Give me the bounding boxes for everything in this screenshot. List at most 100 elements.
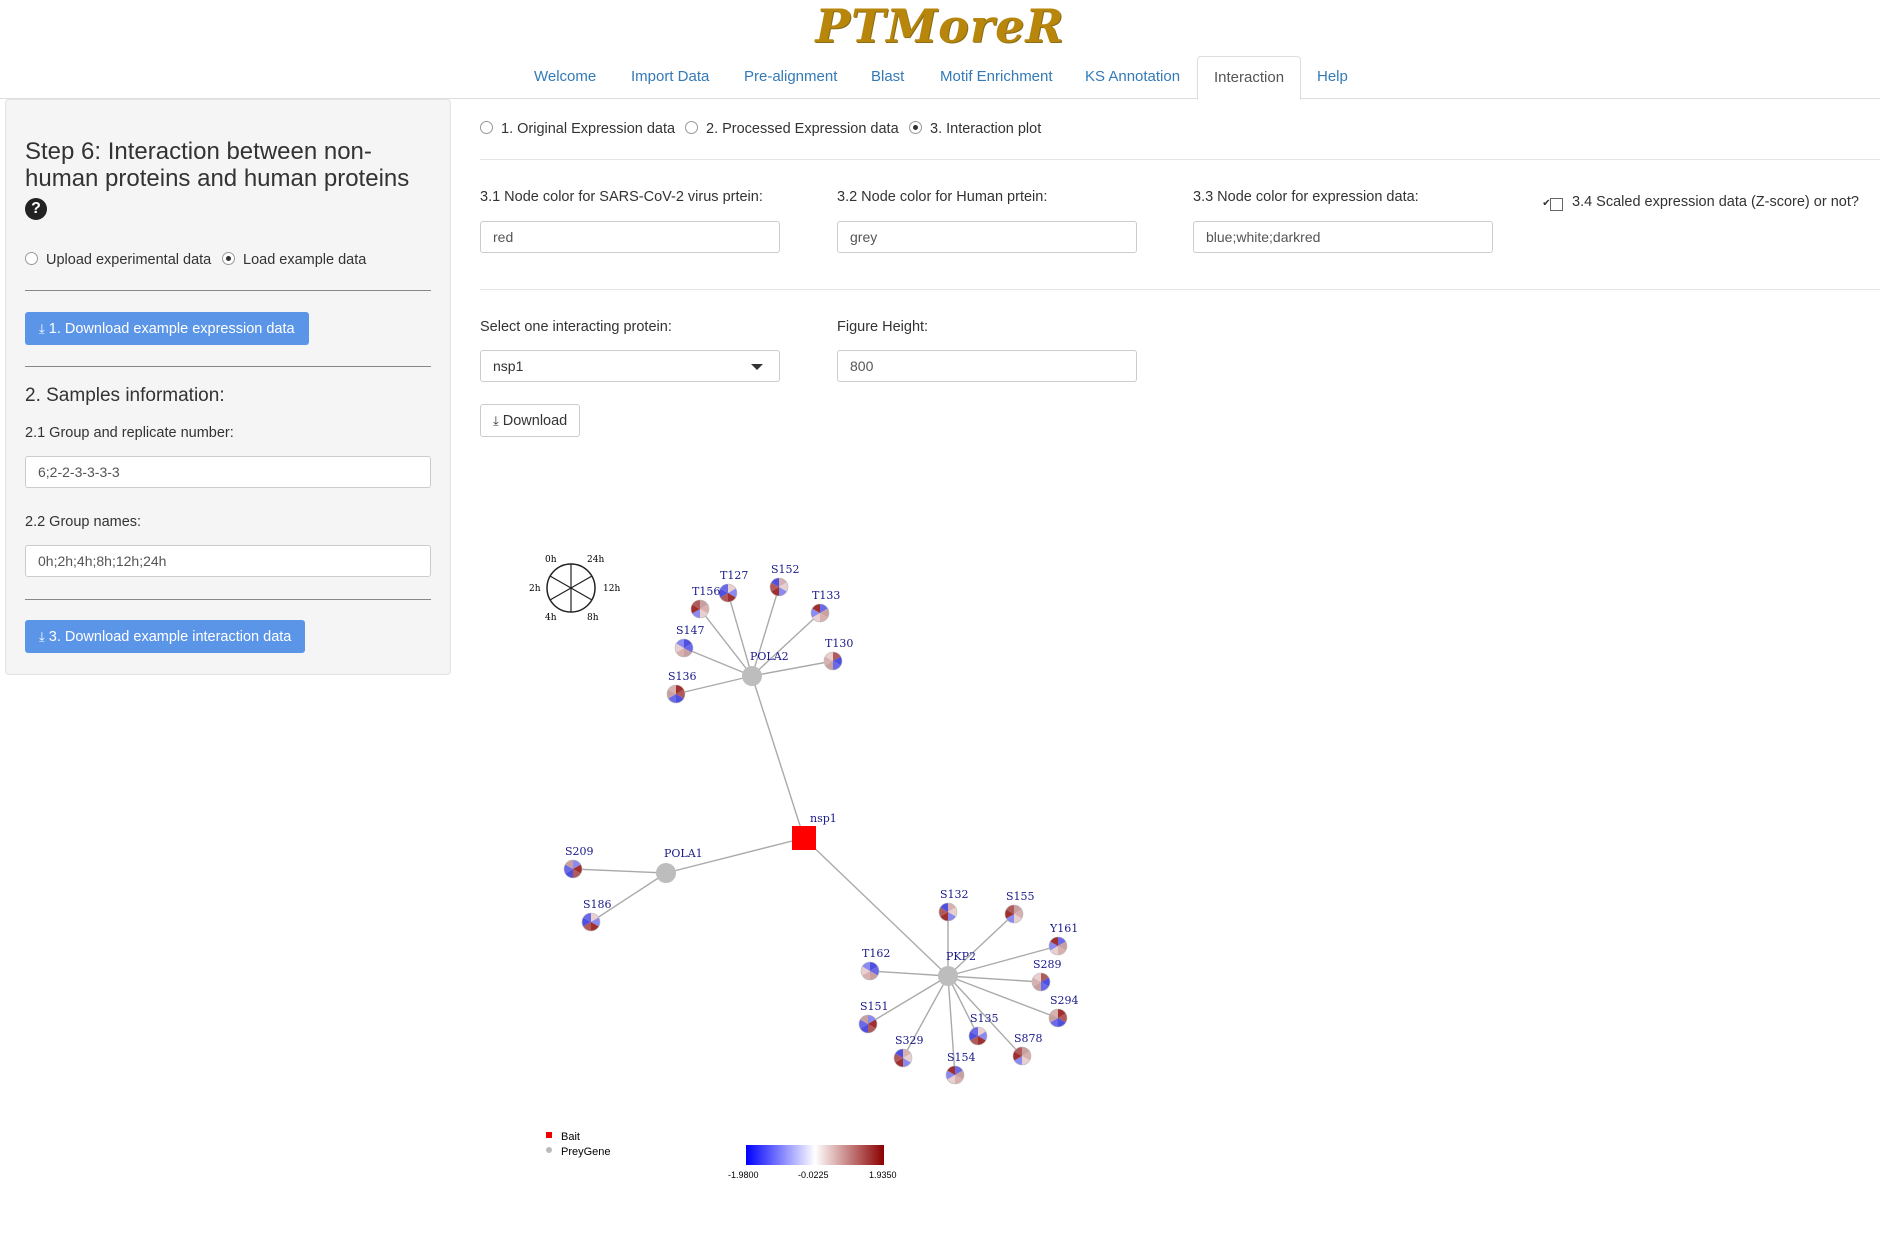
group-replicate-label: 2.1 Group and replicate number: bbox=[25, 425, 234, 441]
radio-upload-data[interactable]: Upload experimental data bbox=[25, 252, 211, 268]
pie-slice bbox=[1050, 946, 1058, 955]
site-node-s155[interactable] bbox=[1004, 904, 1024, 924]
step-title-text: Step 6: Interaction between non-human pr… bbox=[25, 138, 410, 192]
prey-gene-node-pkp2[interactable] bbox=[938, 966, 958, 986]
interaction-edge bbox=[947, 975, 1023, 1057]
tab-blast[interactable]: Blast bbox=[855, 56, 920, 98]
site-node-s135[interactable] bbox=[968, 1026, 988, 1046]
site-node-s154[interactable] bbox=[945, 1065, 965, 1085]
site-node-s209[interactable] bbox=[563, 859, 583, 879]
group-replicate-input[interactable]: 6;2-2-3-3-3-3 bbox=[25, 456, 431, 488]
bait-node-nsp1[interactable] bbox=[792, 826, 816, 850]
tab-welcome[interactable]: Welcome bbox=[518, 56, 612, 98]
interaction-edge bbox=[947, 975, 1042, 983]
pie-slice bbox=[563, 864, 573, 874]
pie-slice bbox=[779, 582, 789, 592]
pie-slice bbox=[1050, 1009, 1058, 1018]
download-button[interactable]: ⤓ Download bbox=[480, 404, 581, 437]
radio-circle-icon[interactable] bbox=[25, 252, 38, 265]
site-node-s136[interactable] bbox=[666, 684, 686, 704]
colorbar-tick-mid: -0.0225 bbox=[798, 1170, 829, 1180]
sidebar-panel: Step 6: Interaction between non-human pr… bbox=[5, 99, 451, 675]
pie-slice bbox=[720, 593, 728, 602]
pie-slice bbox=[939, 907, 948, 917]
pie-slice bbox=[969, 1031, 978, 1041]
site-node-s329[interactable] bbox=[893, 1048, 913, 1068]
site-label: T130 bbox=[825, 637, 853, 650]
pie-slice bbox=[812, 613, 820, 622]
pie-slice bbox=[668, 685, 676, 694]
interaction-edge bbox=[902, 975, 949, 1059]
site-label: S154 bbox=[947, 1051, 976, 1064]
site-node-t127[interactable] bbox=[718, 583, 738, 603]
tab-interaction[interactable]: Interaction bbox=[1197, 56, 1302, 100]
pie-slice bbox=[667, 689, 676, 699]
radio-circle-selected-icon[interactable] bbox=[222, 252, 235, 265]
tab-help[interactable]: Help bbox=[1301, 56, 1364, 98]
tab-pre-alignment[interactable]: Pre-alignment bbox=[728, 56, 853, 98]
expr-color-input[interactable]: blue;white;darkred bbox=[1193, 221, 1493, 253]
checkbox-checked-icon[interactable]: ✔ bbox=[1542, 198, 1563, 211]
human-color-input[interactable]: grey bbox=[837, 221, 1137, 253]
site-node-t162[interactable] bbox=[860, 961, 880, 981]
site-node-s147[interactable] bbox=[674, 638, 694, 658]
pie-slice bbox=[684, 639, 692, 648]
download-interaction-button[interactable]: ⤓ 3. Download example interaction data bbox=[25, 620, 306, 653]
question-circle-icon[interactable]: ? bbox=[25, 198, 47, 220]
radio-circle-selected-icon[interactable] bbox=[909, 121, 922, 134]
radio-circle-icon[interactable] bbox=[480, 121, 493, 134]
pie-slice bbox=[674, 643, 684, 653]
radio-processed-expression[interactable]: 2. Processed Expression data bbox=[685, 121, 899, 137]
site-node-s152[interactable] bbox=[769, 577, 789, 597]
caret-down-icon[interactable] bbox=[751, 364, 763, 370]
select-protein-dropdown[interactable]: nsp1 bbox=[480, 350, 780, 382]
site-node-s186[interactable] bbox=[581, 912, 601, 932]
prey-legend-swatch bbox=[546, 1147, 552, 1153]
time-key-legend: 0h 24h 2h 12h 4h 8h bbox=[529, 555, 620, 623]
pie-slice bbox=[779, 578, 787, 587]
tab-ks-annotation[interactable]: KS Annotation bbox=[1069, 56, 1196, 98]
radio-original-expression[interactable]: 1. Original Expression data bbox=[480, 121, 675, 137]
pie-slice bbox=[771, 578, 779, 587]
radio-interaction-plot[interactable]: 3. Interaction plot bbox=[909, 121, 1041, 137]
pie-slice bbox=[820, 613, 828, 622]
download-expression-button[interactable]: ⤓ 1. Download example expression data bbox=[25, 312, 309, 345]
site-node-t130[interactable] bbox=[823, 651, 843, 671]
prey-gene-node-pola1[interactable] bbox=[656, 863, 676, 883]
site-node-s151[interactable] bbox=[858, 1014, 878, 1034]
pie-slice bbox=[692, 609, 700, 618]
bait-legend-swatch bbox=[546, 1132, 552, 1138]
radio-load-example[interactable]: Load example data bbox=[222, 252, 366, 268]
site-node-s289[interactable] bbox=[1031, 972, 1051, 992]
pie-slice bbox=[824, 656, 833, 666]
pie-slice bbox=[719, 588, 728, 598]
pie-slice bbox=[948, 903, 956, 912]
pie-slice bbox=[573, 869, 581, 878]
pie-outline bbox=[718, 583, 738, 603]
tab-import-data[interactable]: Import Data bbox=[615, 56, 725, 98]
tab-motif-enrichment[interactable]: Motif Enrichment bbox=[924, 56, 1069, 98]
site-node-t133[interactable] bbox=[810, 603, 830, 623]
pie-outline bbox=[690, 599, 710, 619]
pie-slice bbox=[728, 588, 737, 598]
pie-slice bbox=[947, 1075, 955, 1084]
site-node-y161[interactable] bbox=[1048, 936, 1068, 956]
site-node-s132[interactable] bbox=[938, 902, 958, 922]
site-node-s294[interactable] bbox=[1048, 1008, 1068, 1028]
divider bbox=[480, 289, 1880, 290]
pie-slice bbox=[1006, 914, 1014, 923]
site-node-t156[interactable] bbox=[690, 599, 710, 619]
pie-outline bbox=[1048, 936, 1068, 956]
scaled-checkbox[interactable]: ✔ 3.4 Scaled expression data (Z-score) or… bbox=[1542, 192, 1870, 212]
virus-color-input[interactable]: red bbox=[480, 221, 780, 253]
app-logo: PTMoreR bbox=[815, 0, 1065, 53]
radio-circle-icon[interactable] bbox=[685, 121, 698, 134]
pie-slice bbox=[1033, 982, 1041, 991]
pie-slice bbox=[978, 1027, 986, 1036]
pie-slice bbox=[948, 907, 958, 917]
figure-height-input[interactable]: 800 bbox=[837, 350, 1137, 382]
group-names-input[interactable]: 0h;2h;4h;8h;12h;24h bbox=[25, 545, 431, 577]
site-node-s878[interactable] bbox=[1012, 1046, 1032, 1066]
pie-slice bbox=[820, 604, 828, 613]
prey-gene-node-pola2[interactable] bbox=[742, 666, 762, 686]
